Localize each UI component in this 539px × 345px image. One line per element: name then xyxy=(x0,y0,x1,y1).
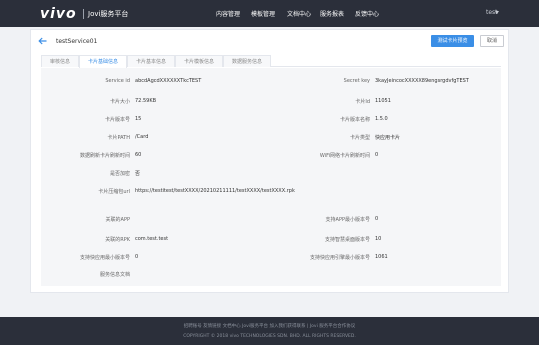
page-footer: 招聘账号 友情链接 文档中心 Jovi服务平台 加入我们获得联系 | Jovi … xyxy=(0,317,539,345)
preview-card-button[interactable]: 测试卡片预览 xyxy=(431,35,474,47)
nav-item-content[interactable]: 内容管理 xyxy=(216,9,240,18)
card-path-label: 卡片PATH xyxy=(107,135,130,141)
encrypt-label: 是否加密 xyxy=(109,171,130,177)
service-id-label: Service id xyxy=(105,78,130,84)
tab-review-info[interactable]: 审核信息 xyxy=(41,55,79,67)
top-nav: vivo Jovi服务平台 内容管理 模板管理 文档中心 服务报表 反馈中心 t… xyxy=(0,0,539,27)
engine-min-version-label: 支持智慧桌面版本号 xyxy=(324,237,370,243)
footer-links[interactable]: 招聘账号 友情链接 文档中心 Jovi服务平台 加入我们获得联系 | Jovi … xyxy=(0,323,539,329)
refresh-interval-value: 60 xyxy=(135,152,142,158)
download-url-value[interactable]: https://testitest/testXXXX/20210211111/t… xyxy=(135,188,295,194)
quickapp-min-version-label: 支持快应用最小版本号 xyxy=(79,255,130,261)
service-detail-card: testService01 测试卡片预览 取消 审核信息 卡片基础信息 卡片基本… xyxy=(30,29,509,293)
doc-label: 服务信息文档 xyxy=(99,272,130,278)
tab-data-service-info[interactable]: 数据服务信息 xyxy=(223,55,271,67)
refresh-interval-label: 数据刷新卡片刷新时间 xyxy=(79,153,130,159)
detail-tabs: 审核信息 卡片基础信息 卡片基本信息 卡片模板信息 数据服务信息 xyxy=(41,55,501,68)
app-min-version-value: 0 xyxy=(375,216,379,222)
tab-card-basic-info[interactable]: 卡片基本信息 xyxy=(127,55,175,67)
card-version-code-label: 卡片版本号 xyxy=(104,117,130,123)
wifi-refresh-value: 0 xyxy=(375,152,379,158)
nav-item-reports[interactable]: 服务报表 xyxy=(320,9,344,18)
engine-min-version-value: 10 xyxy=(375,236,382,242)
service-title: testService01 xyxy=(56,38,98,45)
cancel-button[interactable]: 取消 xyxy=(480,35,504,47)
card-path-value: /Card xyxy=(135,134,149,140)
card-size-label: 卡片大小 xyxy=(109,99,130,105)
card-id-value: 11051 xyxy=(375,98,391,104)
secret-key-value: 3kayJeincocXXXXX89engsrgdvfgTEST xyxy=(375,78,469,84)
rpk-value: com.test.test xyxy=(135,236,169,242)
card-type-label: 卡片类型 xyxy=(349,135,370,141)
footer-copyright: COPYRIGHT © 2018 vivo TECHNOLOGIES SDN. … xyxy=(183,334,356,339)
nav-item-feedback[interactable]: 反馈中心 xyxy=(355,9,379,18)
brand-logo[interactable]: vivo xyxy=(40,6,77,22)
tab-card-template-info[interactable]: 卡片模板信息 xyxy=(175,55,223,67)
detail-fields-panel: Service id abcdAgcdXXXXXXTkcTEST Secret … xyxy=(41,68,501,286)
chevron-down-icon[interactable] xyxy=(495,11,499,14)
card-type-value: 快应用卡片 xyxy=(375,135,401,141)
platform-min-version-value: 1061 xyxy=(375,254,388,260)
card-size-value: 72.59KB xyxy=(135,98,157,104)
tab-card-base-info[interactable]: 卡片基础信息 xyxy=(79,55,127,68)
nav-item-docs[interactable]: 文档中心 xyxy=(287,9,311,18)
card-version-name-value: 1.5.0 xyxy=(375,116,388,122)
card-id-label: 卡片Id xyxy=(355,99,370,105)
logo-divider xyxy=(83,9,84,19)
download-url-label: 卡片压缩包url xyxy=(98,189,130,195)
app-label: 关联的APP xyxy=(105,217,130,223)
platform-name: Jovi服务平台 xyxy=(88,10,129,18)
encrypt-value: 否 xyxy=(135,171,141,177)
service-id-value: abcdAgcdXXXXXXTkcTEST xyxy=(135,78,202,84)
back-arrow-icon[interactable] xyxy=(38,37,47,45)
nav-item-templates[interactable]: 模板管理 xyxy=(251,9,275,18)
rpk-label: 关联的RPK xyxy=(105,237,130,243)
platform-min-version-label: 支持快应用引擎最小版本号 xyxy=(309,255,370,261)
quickapp-min-version-value: 0 xyxy=(135,254,139,260)
card-version-name-label: 卡片版本名称 xyxy=(339,117,370,123)
card-version-code-value: 15 xyxy=(135,116,142,122)
wifi-refresh-label: WiFi网络卡片刷新时间 xyxy=(319,153,370,159)
secret-key-label: Secret key xyxy=(343,78,370,84)
app-min-version-label: 支持APP最小版本号 xyxy=(325,217,370,223)
